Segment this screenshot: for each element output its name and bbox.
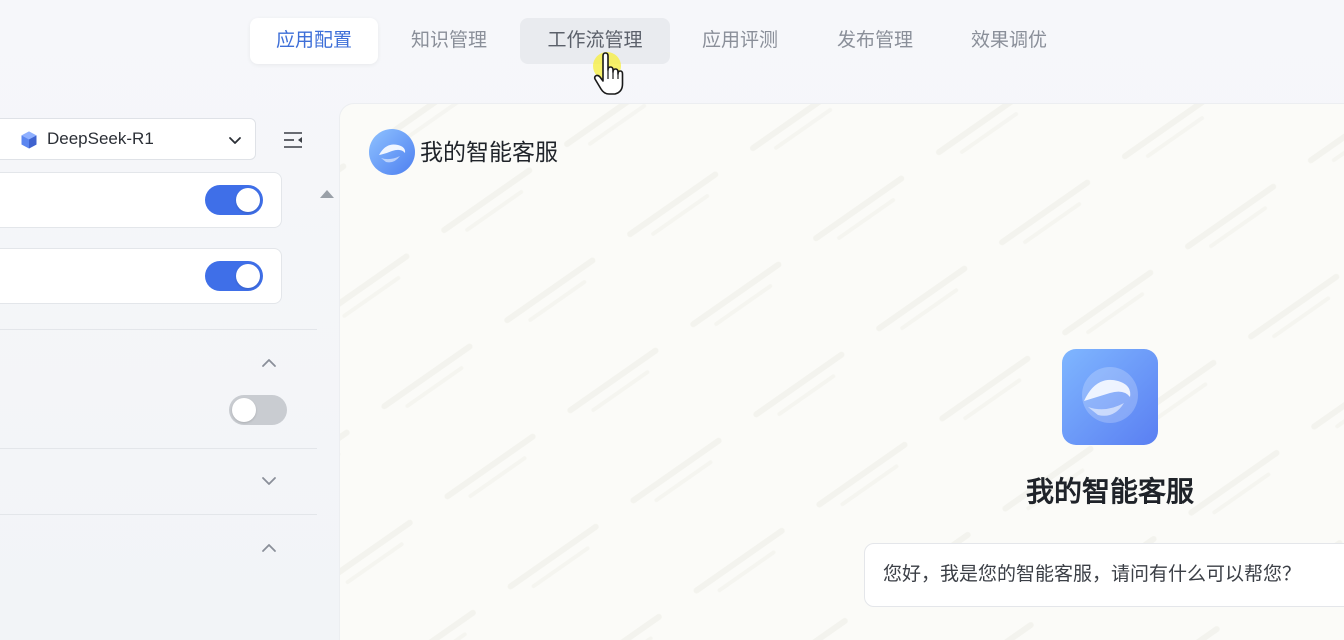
section-divider [0, 448, 317, 449]
chevron-down-icon [229, 137, 241, 144]
tab-app-config[interactable]: 应用配置 [250, 18, 378, 64]
collapse-panel-icon[interactable] [282, 129, 304, 151]
chat-header-title: 我的智能客服 [420, 139, 558, 165]
toggle-knob [236, 264, 260, 288]
tab-publish-management[interactable]: 发布管理 [812, 18, 938, 64]
chevron-up-icon[interactable] [260, 542, 278, 554]
chevron-up-icon[interactable] [260, 357, 278, 369]
chevron-down-icon[interactable] [260, 475, 278, 487]
model-select-value: DeepSeek-R1 [47, 129, 154, 148]
cube-icon [21, 131, 37, 149]
model-select[interactable]: DeepSeek-R1 [0, 118, 256, 160]
app-page: 应用配置 知识管理 工作流管理 应用评测 发布管理 效果调优 DeepSeek-… [0, 0, 1344, 640]
config-panel: DeepSeek-R1 [0, 100, 338, 640]
toggle-knob [232, 398, 256, 422]
toggle-switch[interactable] [205, 185, 263, 215]
toggle-switch[interactable] [205, 261, 263, 291]
settings-card [0, 248, 282, 304]
section-divider [0, 329, 317, 330]
tab-effect-tuning[interactable]: 效果调优 [946, 18, 1072, 64]
section-divider [0, 514, 317, 515]
tab-app-evaluation[interactable]: 应用评测 [678, 18, 802, 64]
app-logo-icon [1062, 349, 1158, 445]
chat-preview-panel: 我的智能客服 我的智能客服 您好，我是您的智能客服，请问有什么可以帮您？ [340, 104, 1344, 640]
toggle-switch[interactable] [229, 395, 287, 425]
tab-knowledge-management[interactable]: 知识管理 [386, 18, 512, 64]
bot-avatar-icon [369, 129, 415, 175]
greeting-message: 您好，我是您的智能客服，请问有什么可以帮您？ [864, 543, 1344, 607]
top-tab-bar: 应用配置 知识管理 工作流管理 应用评测 发布管理 效果调优 [0, 0, 1344, 95]
app-name-title: 我的智能客服 [1025, 476, 1194, 507]
scroll-up-arrow[interactable] [320, 190, 334, 198]
toggle-knob [236, 188, 260, 212]
settings-card [0, 172, 282, 228]
hand-cursor-icon [593, 52, 624, 95]
